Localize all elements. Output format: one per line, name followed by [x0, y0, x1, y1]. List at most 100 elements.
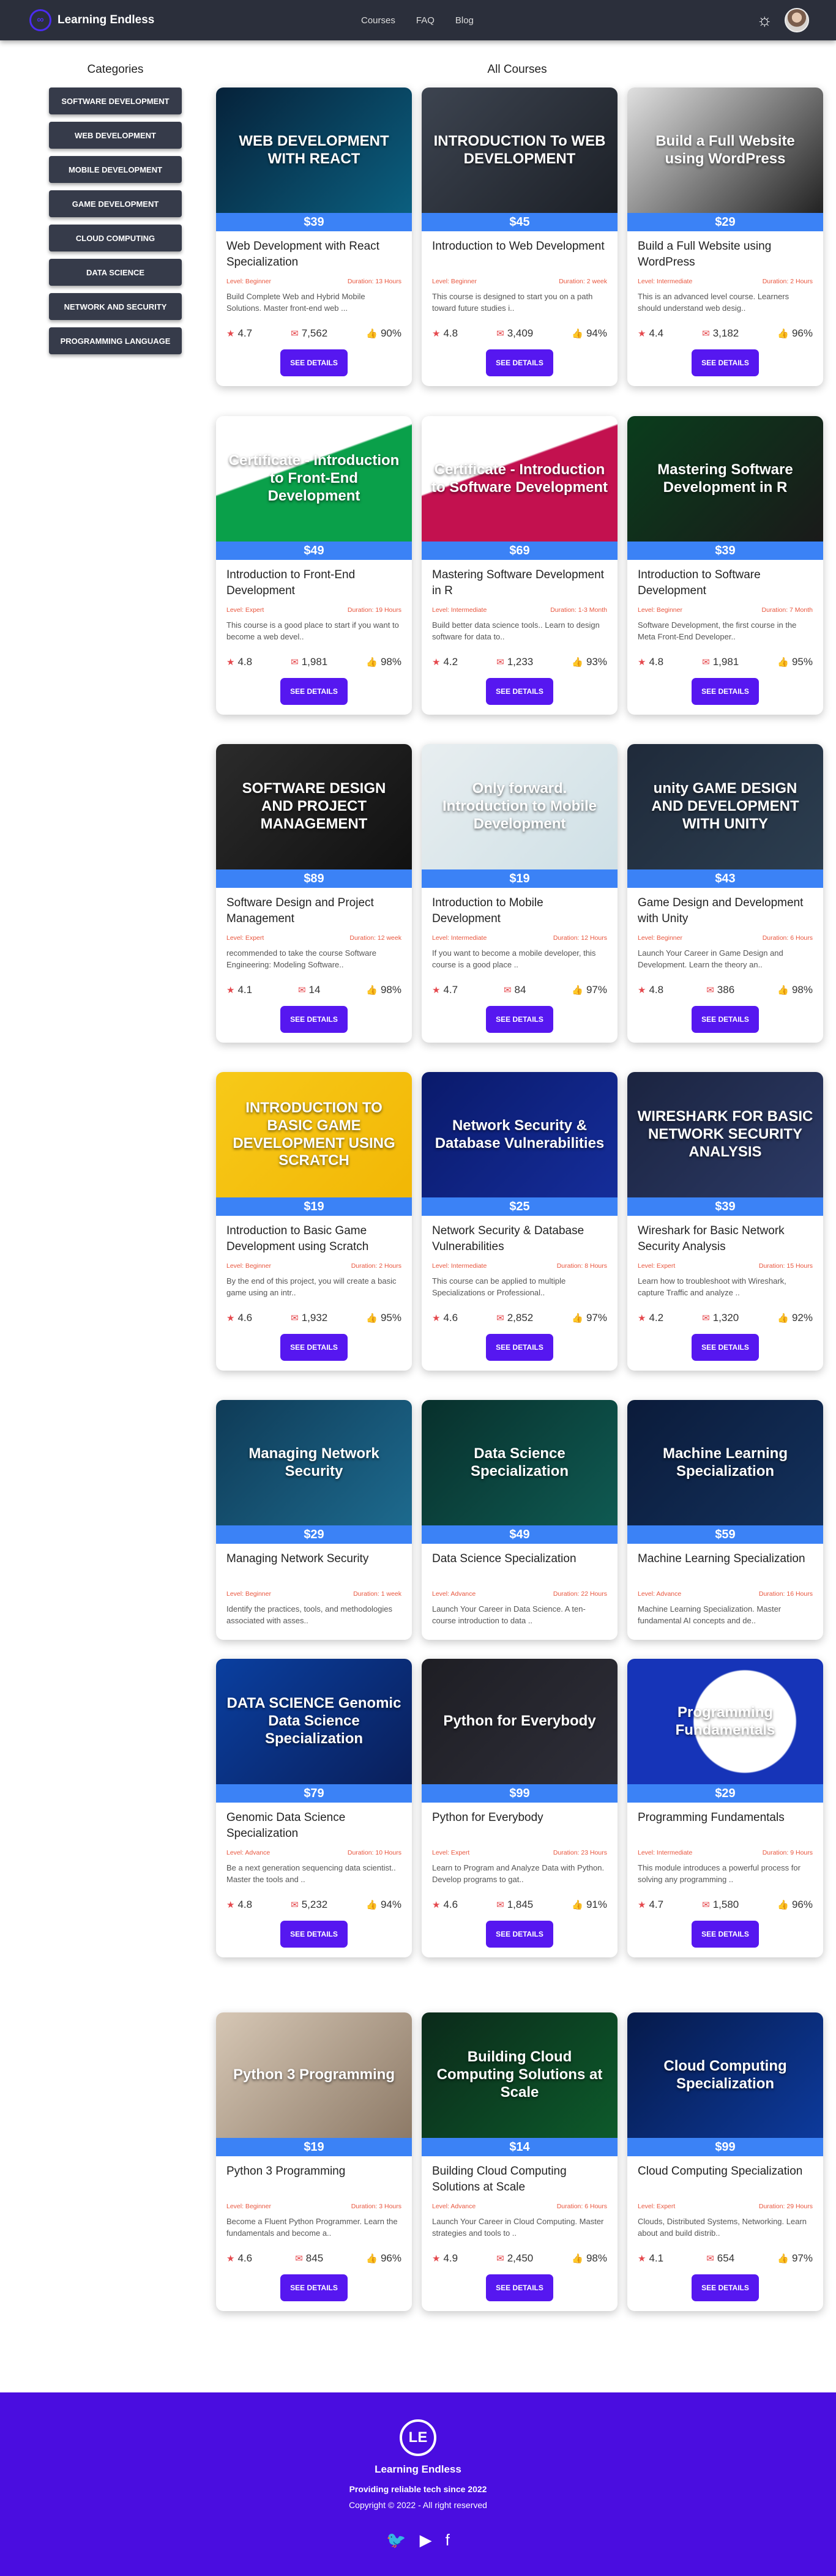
see-details-button[interactable]: SEE DETAILS: [692, 349, 759, 376]
course-card[interactable]: Data Science Specialization $49 Data Scien…: [422, 1400, 618, 1640]
course-card[interactable]: Network Security & Database Vulnerabilit…: [422, 1072, 618, 1371]
course-card[interactable]: Mastering Software Development in R $39 In…: [627, 416, 823, 715]
course-title[interactable]: Machine Learning Specialization: [638, 1551, 813, 1584]
see-details-button[interactable]: SEE DETAILS: [692, 1921, 759, 1948]
nav-link-blog[interactable]: Blog: [455, 15, 474, 26]
course-title[interactable]: Programming Fundamentals: [638, 1810, 813, 1843]
course-title[interactable]: Introduction to Basic Game Development u…: [226, 1223, 401, 1256]
course-card[interactable]: Building Cloud Computing Solutions at Sc…: [422, 2012, 618, 2311]
course-thumbnail[interactable]: WEB DEVELOPMENT WITH REACT: [216, 87, 412, 213]
facebook-icon[interactable]: f: [446, 2531, 450, 2550]
youtube-icon[interactable]: ▶: [420, 2531, 432, 2550]
course-thumbnail[interactable]: Python for Everybody: [422, 1659, 618, 1784]
see-details-button[interactable]: SEE DETAILS: [280, 2274, 348, 2301]
course-thumbnail[interactable]: Building Cloud Computing Solutions at Sc…: [422, 2012, 618, 2138]
course-card[interactable]: WIRESHARK FOR BASIC NETWORK SECURITY ANA…: [627, 1072, 823, 1371]
course-card[interactable]: SOFTWARE DESIGN AND PROJECT MANAGEMENT $8…: [216, 744, 412, 1043]
course-card[interactable]: Python 3 Programming $19 Python 3 Programm…: [216, 2012, 412, 2311]
course-card[interactable]: Managing Network Security $29 Managing Net…: [216, 1400, 412, 1640]
category-software-development[interactable]: SOFTWARE DEVELOPMENT: [49, 87, 182, 114]
category-network-and-security[interactable]: NETWORK AND SECURITY: [49, 293, 182, 320]
twitter-icon[interactable]: 🐦: [386, 2531, 406, 2550]
course-thumbnail[interactable]: Mastering Software Development in R: [627, 416, 823, 542]
course-thumbnail[interactable]: WIRESHARK FOR BASIC NETWORK SECURITY ANA…: [627, 1072, 823, 1197]
course-title[interactable]: Game Design and Development with Unity: [638, 895, 813, 928]
course-title[interactable]: Web Development with React Specializatio…: [226, 239, 401, 272]
course-title[interactable]: Introduction to Mobile Development: [432, 895, 607, 928]
see-details-button[interactable]: SEE DETAILS: [280, 678, 348, 705]
course-thumbnail[interactable]: DATA SCIENCE Genomic Data Science Specia…: [216, 1659, 412, 1784]
course-thumbnail[interactable]: Network Security & Database Vulnerabilit…: [422, 1072, 618, 1197]
course-title[interactable]: Python 3 Programming: [226, 2164, 401, 2197]
course-card[interactable]: Python for Everybody $99 Python for Everyb…: [422, 1659, 618, 1957]
user-avatar[interactable]: [785, 8, 809, 32]
course-thumbnail[interactable]: SOFTWARE DESIGN AND PROJECT MANAGEMENT: [216, 744, 412, 869]
course-card[interactable]: WEB DEVELOPMENT WITH REACT $39 Web Develop…: [216, 87, 412, 386]
course-card[interactable]: Certificate - Introduction to Software D…: [422, 416, 618, 715]
course-card[interactable]: Cloud Computing Specialization $99 Cloud C…: [627, 2012, 823, 2311]
course-thumbnail[interactable]: Only forward. Introduction to Mobile Dev…: [422, 744, 618, 869]
course-thumbnail[interactable]: Data Science Specialization: [422, 1400, 618, 1525]
course-title[interactable]: Python for Everybody: [432, 1810, 607, 1843]
course-title[interactable]: Introduction to Software Development: [638, 567, 813, 600]
course-thumbnail[interactable]: Managing Network Security: [216, 1400, 412, 1525]
course-title[interactable]: Network Security & Database Vulnerabilit…: [432, 1223, 607, 1256]
see-details-button[interactable]: SEE DETAILS: [486, 1006, 553, 1033]
see-details-button[interactable]: SEE DETAILS: [692, 1334, 759, 1361]
see-details-button[interactable]: SEE DETAILS: [280, 1006, 348, 1033]
category-web-development[interactable]: WEB DEVELOPMENT: [49, 122, 182, 149]
course-card[interactable]: INTRODUCTION TO BASIC GAME DEVELOPMENT U…: [216, 1072, 412, 1371]
course-thumbnail[interactable]: Cloud Computing Specialization: [627, 2012, 823, 2138]
course-title[interactable]: Introduction to Web Development: [432, 239, 607, 272]
course-title[interactable]: Genomic Data Science Specialization: [226, 1810, 401, 1843]
course-thumbnail[interactable]: Certificate - Introduction to Front-End …: [216, 416, 412, 542]
see-details-button[interactable]: SEE DETAILS: [692, 678, 759, 705]
course-thumbnail[interactable]: Build a Full Website using WordPress: [627, 87, 823, 213]
thumbnail-caption: Managing Network Security: [248, 1445, 379, 1480]
course-thumbnail[interactable]: Certificate - Introduction to Software D…: [422, 416, 618, 542]
course-title[interactable]: Build a Full Website using WordPress: [638, 239, 813, 272]
course-title[interactable]: Managing Network Security: [226, 1551, 401, 1584]
see-details-button[interactable]: SEE DETAILS: [486, 349, 553, 376]
course-card[interactable]: Machine Learning Specialization $59 Machin…: [627, 1400, 823, 1640]
see-details-button[interactable]: SEE DETAILS: [280, 1921, 348, 1948]
thumbnail-caption: Building Cloud Computing Solutions at Sc…: [436, 2049, 603, 2101]
course-card[interactable]: Programming Fundamentals $29 Programming F…: [627, 1659, 823, 1957]
category-cloud-computing[interactable]: CLOUD COMPUTING: [49, 225, 182, 251]
course-card[interactable]: DATA SCIENCE Genomic Data Science Specia…: [216, 1659, 412, 1957]
category-programming-language[interactable]: PROGRAMMING LANGUAGE: [49, 327, 182, 354]
course-card[interactable]: Certificate - Introduction to Front-End …: [216, 416, 412, 715]
course-title[interactable]: Introduction to Front-End Development: [226, 567, 401, 600]
course-title[interactable]: Software Design and Project Management: [226, 895, 401, 928]
nav-link-faq[interactable]: FAQ: [416, 15, 435, 26]
see-details-button[interactable]: SEE DETAILS: [692, 1006, 759, 1033]
see-details-button[interactable]: SEE DETAILS: [280, 349, 348, 376]
course-title[interactable]: Wireshark for Basic Network Security Ana…: [638, 1223, 813, 1256]
see-details-button[interactable]: SEE DETAILS: [486, 1334, 553, 1361]
see-details-button[interactable]: SEE DETAILS: [692, 2274, 759, 2301]
category-mobile-development[interactable]: MOBILE DEVELOPMENT: [49, 156, 182, 183]
see-details-button[interactable]: SEE DETAILS: [280, 1334, 348, 1361]
see-details-button[interactable]: SEE DETAILS: [486, 2274, 553, 2301]
sun-theme-toggle-icon[interactable]: ☼: [756, 12, 772, 29]
course-card[interactable]: Only forward. Introduction to Mobile Dev…: [422, 744, 618, 1043]
course-title[interactable]: Building Cloud Computing Solutions at Sc…: [432, 2164, 607, 2197]
course-thumbnail[interactable]: Programming Fundamentals: [627, 1659, 823, 1784]
course-thumbnail[interactable]: unity GAME DESIGN AND DEVELOPMENT WITH U…: [627, 744, 823, 869]
course-thumbnail[interactable]: Machine Learning Specialization: [627, 1400, 823, 1525]
course-card[interactable]: unity GAME DESIGN AND DEVELOPMENT WITH U…: [627, 744, 823, 1043]
see-details-button[interactable]: SEE DETAILS: [486, 1921, 553, 1948]
course-thumbnail[interactable]: INTRODUCTION TO BASIC GAME DEVELOPMENT U…: [216, 1072, 412, 1197]
nav-link-courses[interactable]: Courses: [361, 15, 395, 26]
course-card[interactable]: Build a Full Website using WordPress $29 B…: [627, 87, 823, 386]
course-card[interactable]: INTRODUCTION To WEB DEVELOPMENT $45 Introd…: [422, 87, 618, 386]
course-title[interactable]: Mastering Software Development in R: [432, 567, 607, 600]
course-thumbnail[interactable]: INTRODUCTION To WEB DEVELOPMENT: [422, 87, 618, 213]
category-data-science[interactable]: DATA SCIENCE: [49, 259, 182, 286]
category-game-development[interactable]: GAME DEVELOPMENT: [49, 190, 182, 217]
course-thumbnail[interactable]: Python 3 Programming: [216, 2012, 412, 2138]
brand[interactable]: ∞ Learning Endless: [29, 9, 154, 31]
course-title[interactable]: Data Science Specialization: [432, 1551, 607, 1584]
see-details-button[interactable]: SEE DETAILS: [486, 678, 553, 705]
course-title[interactable]: Cloud Computing Specialization: [638, 2164, 813, 2197]
